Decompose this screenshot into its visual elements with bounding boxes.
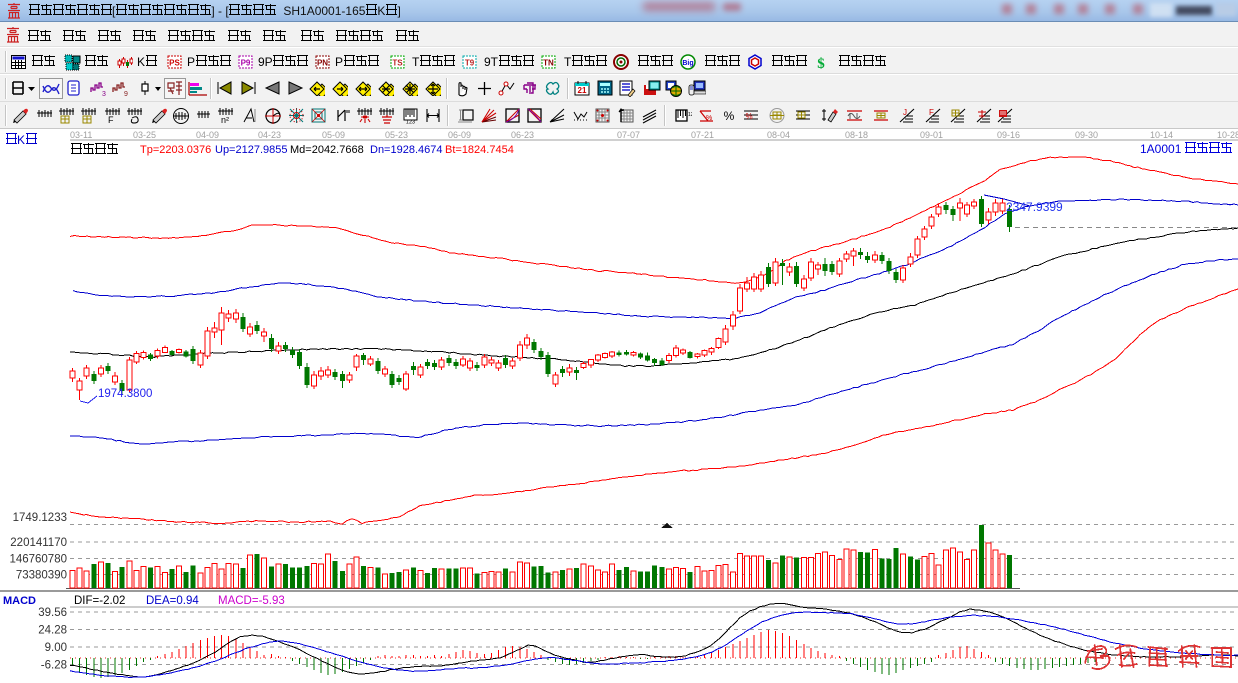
svg-text:24.28: 24.28 — [38, 625, 67, 637]
svg-text:%: % — [706, 115, 712, 122]
svg-text:Md=2042.7668: Md=2042.7668 — [290, 144, 364, 156]
svg-text:39.56: 39.56 — [38, 607, 67, 619]
svg-text:09-16: 09-16 — [997, 130, 1020, 140]
svg-text:05-23: 05-23 — [385, 130, 408, 140]
svg-text:n²: n² — [221, 115, 229, 124]
svg-text:08-18: 08-18 — [845, 130, 868, 140]
svg-text:$: $ — [817, 56, 825, 71]
svg-text:Up=2127.9855: Up=2127.9855 — [215, 144, 287, 156]
svg-text:123: 123 — [406, 120, 415, 125]
svg-text:07-21: 07-21 — [691, 130, 714, 140]
svg-text:T9: T9 — [465, 59, 475, 68]
svg-text:2347.9399: 2347.9399 — [1006, 200, 1063, 214]
svg-text:Dn=1928.4674: Dn=1928.4674 — [370, 144, 442, 156]
svg-text:P9: P9 — [241, 59, 251, 68]
svg-text:123: 123 — [688, 112, 692, 118]
svg-text:%: % — [724, 109, 735, 123]
svg-text:TS: TS — [392, 59, 403, 68]
svg-text:-6.28: -6.28 — [41, 660, 67, 672]
svg-text:Big: Big — [682, 60, 693, 67]
svg-text:21: 21 — [578, 86, 587, 95]
svg-text:3: 3 — [102, 91, 106, 97]
svg-text:05-09: 05-09 — [322, 130, 345, 140]
svg-text:1749.1233: 1749.1233 — [13, 512, 67, 524]
svg-text:03-25: 03-25 — [133, 130, 156, 140]
svg-text:DIF=-2.02: DIF=-2.02 — [74, 595, 125, 607]
svg-text:9.00: 9.00 — [45, 642, 67, 654]
svg-text:9: 9 — [124, 91, 128, 97]
svg-text:F: F — [929, 108, 934, 117]
svg-text:08-04: 08-04 — [767, 130, 790, 140]
svg-text:F: F — [108, 115, 114, 124]
svg-text:03-11: 03-11 — [70, 130, 92, 140]
svg-text:DEA=0.94: DEA=0.94 — [146, 595, 199, 607]
svg-text:Bt=1824.7454: Bt=1824.7454 — [445, 144, 514, 156]
svg-text:09-30: 09-30 — [1075, 130, 1098, 140]
svg-text:220141170: 220141170 — [10, 537, 67, 549]
svg-text:1974.3800: 1974.3800 — [98, 388, 152, 400]
svg-text:TN: TN — [543, 59, 554, 68]
svg-text:MACD=-5.93: MACD=-5.93 — [218, 595, 285, 607]
svg-text:04-09: 04-09 — [196, 130, 219, 140]
svg-text:146760780: 146760780 — [9, 554, 67, 566]
svg-text:PS: PS — [169, 59, 180, 68]
svg-text:10-28: 10-28 — [1217, 130, 1238, 140]
svg-text:J: J — [903, 108, 907, 117]
svg-text:PN: PN — [317, 59, 328, 68]
svg-text:%: % — [745, 112, 752, 121]
svg-text:07-07: 07-07 — [617, 130, 640, 140]
svg-text:73380390: 73380390 — [16, 570, 67, 582]
svg-text:06-23: 06-23 — [511, 130, 534, 140]
svg-text:09-01: 09-01 — [920, 130, 943, 140]
svg-text:10-14: 10-14 — [1150, 130, 1173, 140]
svg-text:06-09: 06-09 — [448, 130, 471, 140]
svg-text:04-23: 04-23 — [258, 130, 281, 140]
svg-text:Tp=2203.0376: Tp=2203.0376 — [140, 144, 211, 156]
